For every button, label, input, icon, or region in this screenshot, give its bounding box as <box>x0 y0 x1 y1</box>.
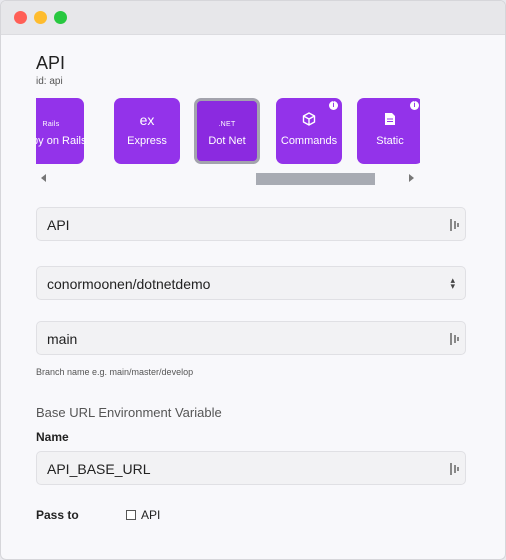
framework-tile-dotnet[interactable]: .NET Dot Net <box>194 98 260 164</box>
carousel-scrollbar-thumb[interactable] <box>256 173 375 185</box>
express-icon: ex <box>139 112 155 128</box>
pass-to-api-checkbox[interactable] <box>126 510 136 520</box>
branch-help-text: Branch name e.g. main/master/develop <box>36 367 194 377</box>
password-manager-icon[interactable] <box>450 463 459 475</box>
scroll-right-arrow[interactable] <box>409 174 414 182</box>
branch-input[interactable]: main <box>36 321 466 355</box>
password-manager-icon[interactable] <box>450 333 459 345</box>
service-name-input[interactable]: API <box>36 207 466 241</box>
repository-select[interactable]: conormoonen/dotnetdemo ▴ ▾ <box>36 266 466 300</box>
framework-tile-static[interactable]: i Static <box>357 98 420 164</box>
service-name-value: API <box>47 217 70 233</box>
framework-label: Express <box>127 135 167 147</box>
branch-value: main <box>47 331 78 347</box>
zoom-window-button[interactable] <box>54 11 67 24</box>
dotnet-icon: .NET <box>218 121 236 128</box>
scroll-left-arrow[interactable] <box>41 174 46 182</box>
chevron-up-down-icon: ▴ ▾ <box>450 275 455 291</box>
base-url-heading: Base URL Environment Variable <box>36 405 222 420</box>
password-manager-icon[interactable] <box>450 219 459 231</box>
page-title: API <box>36 53 66 73</box>
env-name-value: API_BASE_URL <box>47 461 151 477</box>
framework-label: Static <box>376 135 404 147</box>
pass-to-api-label[interactable]: API <box>141 508 160 522</box>
framework-tile-commands[interactable]: i Commands <box>276 98 342 164</box>
rails-icon: Rails <box>42 121 60 128</box>
repository-value: conormoonen/dotnetdemo <box>47 276 211 292</box>
pass-to-label: Pass to <box>36 508 79 522</box>
framework-label: Commands <box>280 135 338 147</box>
framework-label: Dot Net <box>208 135 246 147</box>
env-name-input[interactable]: API_BASE_URL <box>36 451 466 485</box>
title-bar <box>1 1 505 35</box>
minimize-window-button[interactable] <box>34 11 47 24</box>
env-name-label: Name <box>36 430 69 444</box>
close-window-button[interactable] <box>14 11 27 24</box>
cube-icon <box>276 112 342 129</box>
framework-tile-express[interactable]: ex Express <box>114 98 180 164</box>
framework-label: Ruby on Rails <box>36 135 87 147</box>
file-icon <box>357 112 420 129</box>
framework-tile-rails[interactable]: Rails Ruby on Rails <box>36 98 87 164</box>
info-icon[interactable]: i <box>329 101 338 110</box>
page-id: id: api <box>36 76 63 87</box>
framework-carousel: Rails Ruby on Rails ex Express .NET Dot … <box>36 98 420 166</box>
info-icon[interactable]: i <box>410 101 419 110</box>
app-window: API id: api Rails Ruby on Rails ex Expre… <box>0 0 506 560</box>
